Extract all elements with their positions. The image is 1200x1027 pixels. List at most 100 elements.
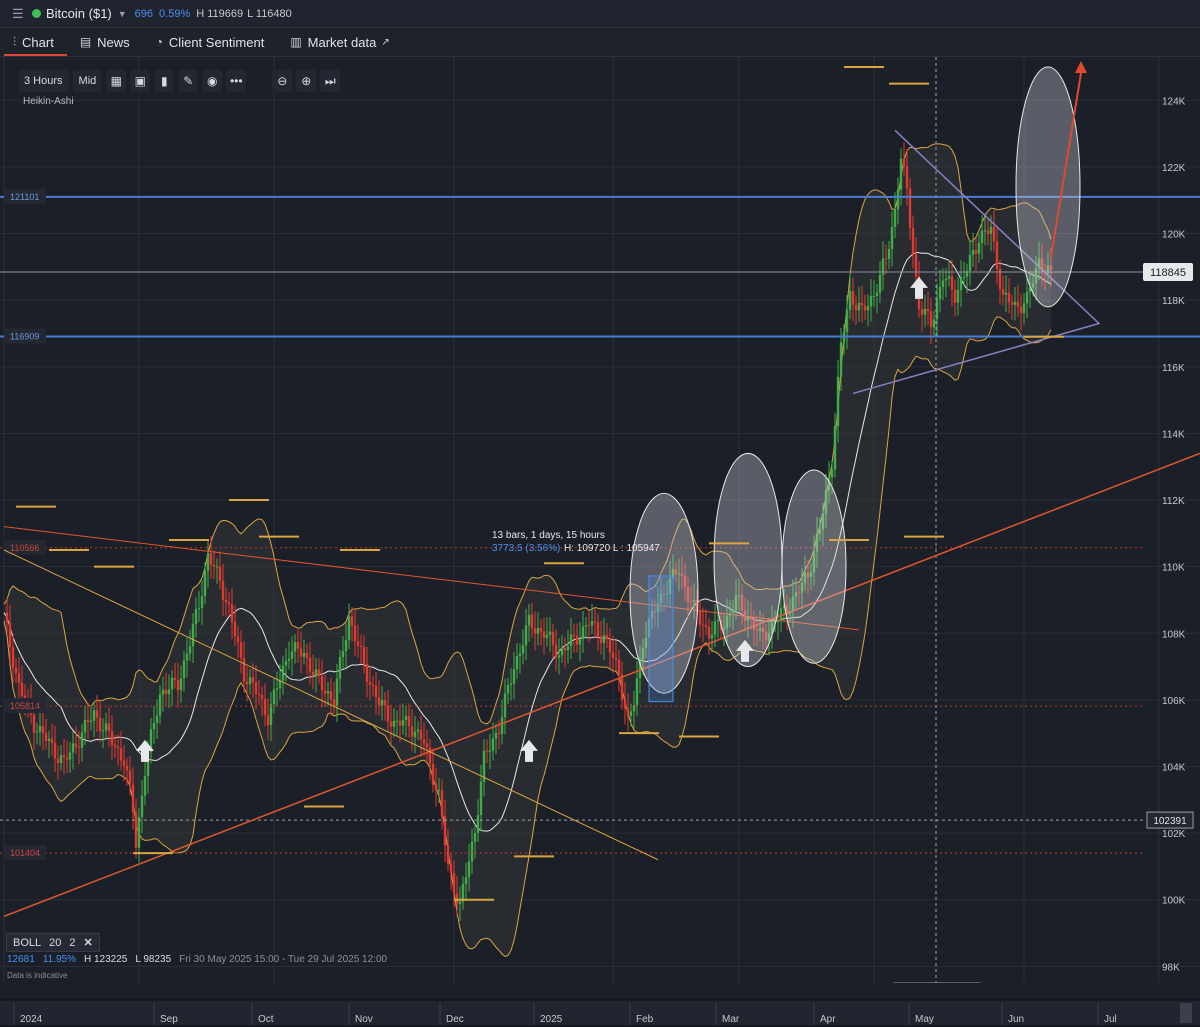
candle-body xyxy=(1013,301,1017,305)
candle-body xyxy=(263,698,267,716)
candle-body xyxy=(182,660,186,679)
candle-body xyxy=(587,625,591,627)
candle-body xyxy=(170,677,174,690)
y-tick-label: 106K xyxy=(1162,696,1186,707)
tab-news[interactable]: ▤ News xyxy=(67,28,143,56)
y-tick-label: 114K xyxy=(1162,429,1185,440)
candle-body xyxy=(377,697,381,706)
candle-body xyxy=(92,710,96,721)
crosshair-price-label: 102391 xyxy=(1153,816,1187,827)
candle-body xyxy=(905,166,909,189)
dashed-level-label: 110566 xyxy=(10,543,39,553)
candle-body xyxy=(884,258,888,260)
candle-body xyxy=(506,685,510,694)
candle-body xyxy=(887,249,891,259)
tab-client-sentiment[interactable]: ◔ Client Sentiment xyxy=(143,28,278,56)
candle-body xyxy=(296,642,300,649)
candle-body xyxy=(605,635,609,639)
candle-body xyxy=(368,681,372,685)
day-low: L 116480 xyxy=(247,7,292,20)
candle-body xyxy=(314,669,318,676)
time-navigator[interactable]: 2024 Sep Oct Nov Dec 2025 Feb Mar Apr May Jun Jul xyxy=(0,999,1200,1027)
navigator-label: Dec xyxy=(446,1014,464,1025)
day-high: H 119669 xyxy=(196,7,244,20)
candle-body xyxy=(839,342,843,377)
candle-body xyxy=(344,640,348,652)
chevron-down-icon[interactable]: ▼ xyxy=(118,9,127,19)
candle-body xyxy=(452,873,456,894)
position-size: 696 xyxy=(134,7,154,20)
zoom-out-icon[interactable]: ⊖ xyxy=(272,70,293,92)
eye-icon[interactable]: ◉ xyxy=(202,70,223,92)
candle-body xyxy=(284,660,288,666)
candle-body xyxy=(335,678,339,706)
candle-body xyxy=(572,634,576,636)
candle-body xyxy=(980,230,984,244)
candle-body xyxy=(413,731,417,737)
candle-body xyxy=(521,645,525,654)
candle-body xyxy=(56,758,60,764)
navigator-label: Nov xyxy=(355,1014,373,1025)
candle-body xyxy=(407,715,411,727)
candle-body xyxy=(488,750,492,752)
candle-body xyxy=(716,620,720,622)
more-icon[interactable]: ••• xyxy=(226,70,247,92)
pencil-icon[interactable]: ✎ xyxy=(178,70,199,92)
layout-icon[interactable]: ▦ xyxy=(106,70,127,92)
instrument-name[interactable]: Bitcoin ($1) xyxy=(46,6,112,21)
price-type-button[interactable]: Mid xyxy=(72,70,103,92)
candle-body xyxy=(176,680,180,691)
candle-body xyxy=(365,663,369,682)
candle-body xyxy=(491,738,495,751)
tab-news-label: News xyxy=(97,34,130,50)
candle-body xyxy=(245,681,249,685)
candle-body xyxy=(551,631,555,645)
indicators-icon[interactable]: ▣ xyxy=(130,70,151,92)
candle-body xyxy=(530,614,534,629)
close-icon[interactable]: ✕ xyxy=(84,936,93,949)
candle-body xyxy=(110,731,114,745)
candle-body xyxy=(206,553,210,572)
candle-body xyxy=(143,776,147,796)
candle-body xyxy=(380,700,384,706)
tab-chart[interactable]: ⫶ Chart xyxy=(0,28,67,56)
candle-body xyxy=(200,596,204,608)
candle-body xyxy=(929,311,933,328)
timeframe-button[interactable]: 3 Hours xyxy=(18,70,69,92)
candle-body xyxy=(548,631,552,635)
candle-body xyxy=(779,608,783,621)
bar-chart-icon[interactable]: ▮ xyxy=(154,70,175,92)
candle-body xyxy=(431,763,435,785)
candle-body xyxy=(134,812,138,848)
highlight-ellipse xyxy=(713,452,783,668)
y-tick-label: 124K xyxy=(1162,96,1186,107)
candle-body xyxy=(77,746,81,748)
candle-body xyxy=(8,622,12,648)
indicator-pct: 11.95% xyxy=(42,954,76,965)
candle-body xyxy=(611,652,615,658)
candle-body xyxy=(932,319,936,328)
candle-body xyxy=(281,665,285,681)
candle-body xyxy=(497,732,501,734)
menu-icon[interactable]: ☰ xyxy=(12,6,24,22)
candle-body xyxy=(845,310,849,332)
navigator-label: Feb xyxy=(636,1014,654,1025)
candle-body xyxy=(386,705,390,722)
current-price-label: 118845 xyxy=(1150,267,1186,279)
candle-body xyxy=(434,784,438,791)
tab-market-data[interactable]: ▥ Market data ↗ xyxy=(277,28,402,56)
candle-body xyxy=(410,726,414,737)
tab-chart-label: Chart xyxy=(22,34,54,50)
indicator-legend[interactable]: BOLL 20 2 ✕ xyxy=(6,933,100,952)
dashed-level-label: 105814 xyxy=(10,701,40,711)
candle-body xyxy=(371,684,375,686)
candle-body xyxy=(947,276,951,279)
next-icon[interactable]: ⏭ xyxy=(320,70,341,92)
candle-body xyxy=(590,621,594,626)
price-chart[interactable]: 98K 100K 102K 104K 106K 108K 110K 112K 114K 116K 1… xyxy=(0,57,1200,983)
candle-body xyxy=(401,719,405,726)
candle-body xyxy=(392,720,396,727)
candle-body xyxy=(11,647,15,668)
candle-body xyxy=(14,667,18,674)
zoom-in-icon[interactable]: ⊕ xyxy=(296,70,317,92)
